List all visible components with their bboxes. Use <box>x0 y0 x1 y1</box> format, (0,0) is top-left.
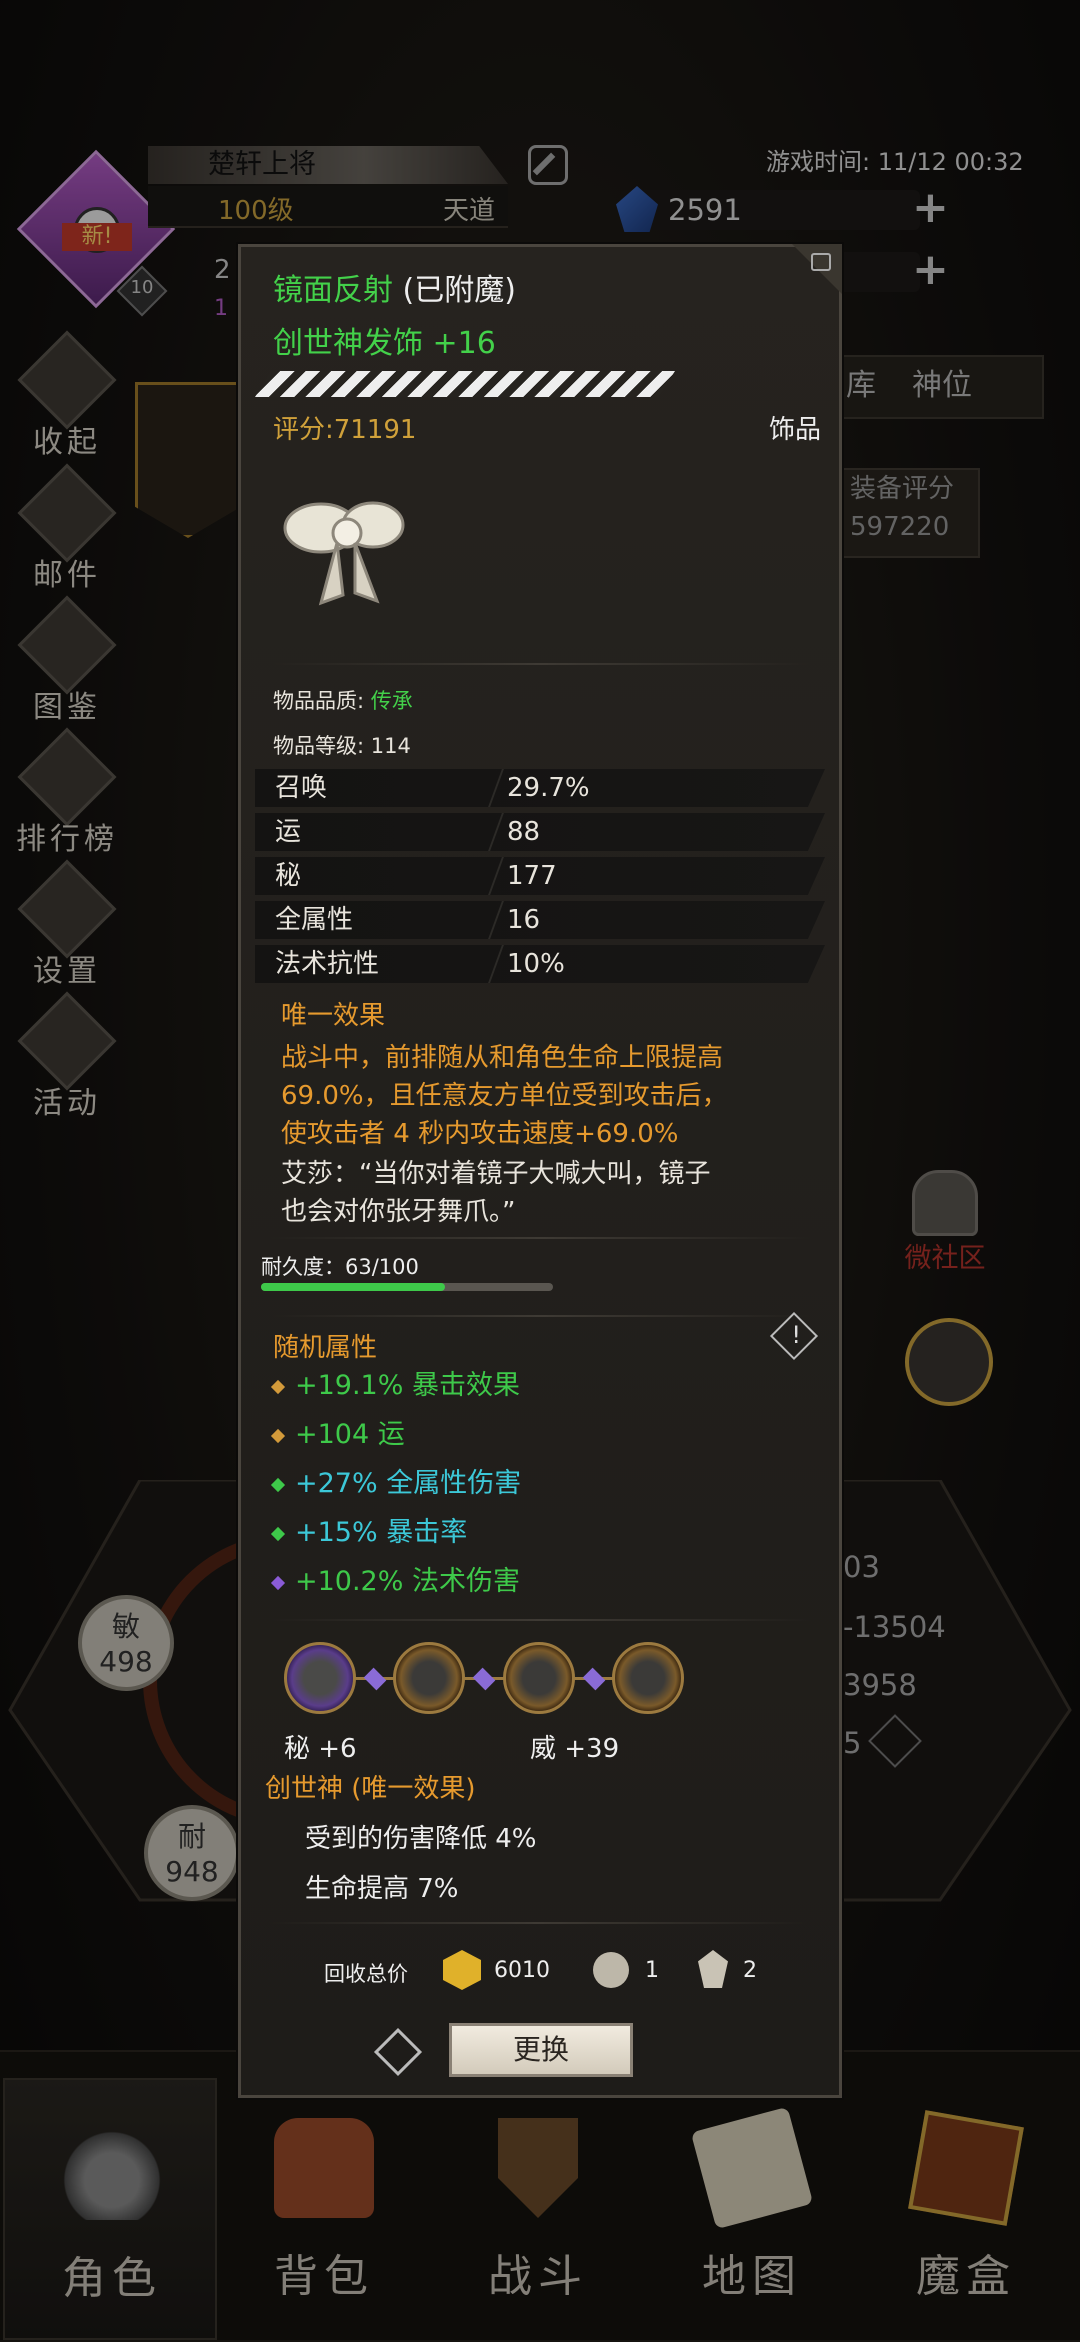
random-attr-text: +104 运 <box>295 1419 405 1450</box>
gem-diamond-icon <box>270 1379 286 1394</box>
stat-value: 16 <box>507 905 541 935</box>
gem-diamond-icon <box>270 1526 286 1541</box>
gem-diamond-icon <box>270 1477 286 1492</box>
durability-bar <box>261 1283 553 1291</box>
set-effect: 生命提高 7% <box>305 1874 459 1904</box>
recycle-item-1: 1 <box>645 1958 659 1983</box>
random-attr-line: +15% 暴击率 <box>270 1510 468 1549</box>
random-attr-text: +10.2% 法术伤害 <box>295 1566 520 1597</box>
item-score: 评分:71191 <box>273 415 417 445</box>
item-name: 镜面反射 <box>273 273 393 308</box>
lock-icon[interactable] <box>811 253 831 271</box>
random-attr-line: +104 运 <box>270 1412 405 1451</box>
stat-label: 召唤 <box>275 773 328 803</box>
stat-row: 秘 177 <box>255 857 825 895</box>
random-attr-text: +19.1% 暴击效果 <box>295 1370 520 1401</box>
enhance-progress-bar <box>255 371 675 397</box>
stat-value: 10% <box>507 949 565 979</box>
gem-socket-4[interactable] <box>612 1642 684 1714</box>
random-attr-line: +10.2% 法术伤害 <box>270 1559 520 1598</box>
stat-label: 秘 <box>275 861 302 891</box>
hair-ornament-icon <box>283 501 405 606</box>
quality-label: 物品品质: <box>273 689 365 713</box>
stat-row: 法术抗性 10% <box>255 945 825 983</box>
enchant-tag: (已附魔) <box>402 273 516 308</box>
swap-button[interactable]: 更换 <box>449 2023 633 2077</box>
stat-label: 全属性 <box>275 905 354 935</box>
recycle-gold: 6010 <box>494 1958 550 1983</box>
item-subtitle: 创世神发饰 +16 <box>273 326 496 361</box>
random-attr-text: +27% 全属性伤害 <box>295 1468 522 1499</box>
gem-socket-1[interactable] <box>284 1642 356 1714</box>
gem-diamond-icon <box>270 1428 286 1443</box>
material-icon-1 <box>593 1952 629 1988</box>
info-icon-glyph: ! <box>791 1321 801 1349</box>
stat-row: 全属性 16 <box>255 901 825 939</box>
socket-bonus-1: 秘 +6 <box>284 1734 357 1764</box>
durability-fill <box>261 1283 445 1291</box>
stat-value: 29.7% <box>507 773 590 803</box>
socket-bonus-2: 威 +39 <box>530 1734 620 1764</box>
recycle-item-2: 2 <box>743 1958 757 1983</box>
stat-value: 88 <box>507 817 541 847</box>
stat-row: 运 88 <box>255 813 825 851</box>
gem-socket-3[interactable] <box>503 1642 575 1714</box>
set-effect: 受到的伤害降低 4% <box>305 1824 537 1854</box>
random-attr-text: +15% 暴击率 <box>295 1517 468 1548</box>
unique-effect-title: 唯一效果 <box>281 1001 386 1031</box>
divider <box>268 1922 808 1924</box>
item-level: 物品等级: 114 <box>273 734 411 758</box>
durability-label: 耐久度：63/100 <box>261 1255 419 1279</box>
random-attr-line: +19.1% 暴击效果 <box>270 1363 520 1402</box>
random-attr-line: +27% 全属性伤害 <box>270 1461 522 1500</box>
unique-effect-text: 战斗中，前排随从和角色生命上限提高 69.0%，且任意友方单位受到攻击后， 使攻… <box>281 1043 728 1149</box>
flavor-text: 艾莎：“当你对着镜子大喊大叫，镜子 也会对你张牙舞爪。” <box>281 1159 711 1227</box>
gem-diamond-icon <box>270 1575 286 1590</box>
stat-label: 运 <box>275 817 302 847</box>
item-slot-type: 饰品 <box>768 415 821 445</box>
stat-label: 法术抗性 <box>275 949 380 979</box>
recycle-label: 回收总价 <box>324 1962 408 1986</box>
quality-value: 传承 <box>370 689 413 713</box>
random-attributes-title: 随机属性 <box>273 1333 378 1363</box>
set-title: 创世神 (唯一效果) <box>265 1774 476 1804</box>
stat-value: 177 <box>507 861 557 891</box>
stat-row: 召唤 29.7% <box>255 769 825 807</box>
gem-socket-2[interactable] <box>393 1642 465 1714</box>
